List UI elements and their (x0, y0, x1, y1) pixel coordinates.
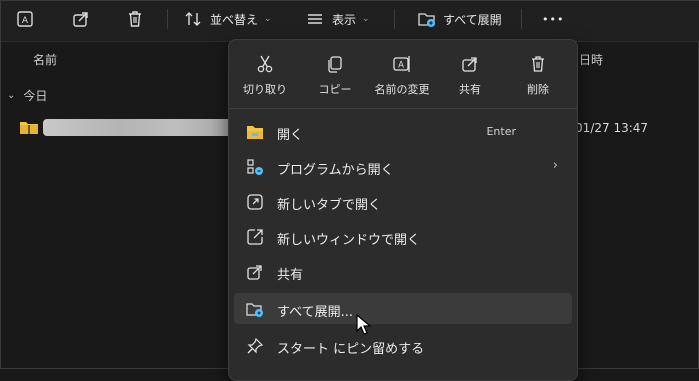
menu-item-label: 共有 (277, 268, 304, 283)
trash-icon[interactable] (125, 1, 145, 37)
extract-all-label: すべて展開 (443, 12, 502, 27)
rename-icon[interactable]: A (15, 1, 35, 37)
menu-item-label: 開く (277, 128, 304, 143)
chevron-down-icon: ⌄ (264, 14, 272, 24)
copy-label: コピー (318, 83, 352, 96)
menu-item-pin-to-start[interactable]: スタート にピン留めする (234, 330, 572, 361)
extract-icon (246, 300, 264, 318)
rename-button[interactable]: A 名前の変更 (368, 40, 436, 106)
toolbar-divider (521, 9, 522, 29)
file-date: /01/27 13:47 (571, 121, 649, 135)
scissors-icon (255, 52, 275, 76)
menu-item-label: スタート にピン留めする (277, 342, 425, 357)
share-icon (460, 52, 480, 76)
chevron-right-icon: › (552, 158, 558, 173)
folder-open-icon (246, 123, 264, 141)
rename-label: 名前の変更 (374, 83, 430, 96)
menu-item-open[interactable]: 開く Enter (234, 116, 572, 147)
copy-button[interactable]: コピー (301, 40, 369, 106)
sort-icon (184, 10, 202, 28)
context-menu: 切り取り コピー A 名前の変更 共有 削除 開く Enter プログラムから開… (228, 39, 578, 381)
delete-label: 削除 (527, 83, 549, 96)
trash-icon (528, 52, 548, 76)
extract-all-button[interactable]: すべて展開 (417, 1, 502, 37)
column-header-date[interactable]: 日時 (579, 51, 603, 68)
sort-button[interactable]: 並べ替え ⌄ (184, 1, 272, 37)
toolbar-divider (394, 9, 395, 29)
share-label: 共有 (459, 83, 481, 96)
view-icon (306, 10, 324, 28)
new-window-icon (246, 228, 264, 246)
new-tab-icon (246, 193, 264, 211)
chevron-down-icon: ⌄ (7, 90, 16, 101)
share-button[interactable]: 共有 (436, 40, 504, 106)
menu-item-shortcut: Enter (486, 125, 516, 138)
cut-label: 切り取り (243, 83, 287, 96)
explorer-window: A 並べ替え ⌄ 表示 ⌄ すべて展開 ••• 名前 日時 ⌄ 今日 /01/2… (0, 0, 699, 381)
column-header-name[interactable]: 名前 (33, 51, 57, 68)
chevron-down-icon: ⌄ (362, 14, 370, 24)
menu-item-open-with[interactable]: プログラムから開く › (234, 151, 572, 182)
extract-icon (417, 9, 437, 29)
menu-item-open-new-window[interactable]: 新しいウィンドウで開く (234, 221, 572, 252)
sort-label: 並べ替え (210, 12, 259, 27)
view-button[interactable]: 表示 ⌄ (306, 1, 370, 37)
copy-icon (325, 52, 345, 76)
menu-item-open-new-tab[interactable]: 新しいタブで開く (234, 186, 572, 217)
more-options-button[interactable]: ••• (542, 1, 564, 37)
file-name-redacted (43, 119, 233, 136)
group-header-today[interactable]: ⌄ 今日 (7, 87, 47, 104)
command-bar: A 並べ替え ⌄ 表示 ⌄ すべて展開 ••• (1, 1, 699, 42)
menu-divider (229, 108, 577, 109)
group-label: 今日 (23, 89, 48, 103)
view-label: 表示 (332, 12, 357, 27)
menu-item-extract-all[interactable]: すべて展開... (234, 293, 572, 324)
menu-item-label: 新しいウィンドウで開く (277, 233, 421, 248)
pin-icon (246, 337, 264, 355)
share-icon[interactable] (71, 1, 91, 37)
mouse-cursor-icon (356, 313, 372, 339)
svg-text:A: A (398, 61, 404, 71)
share-icon (246, 263, 264, 281)
menu-item-label: すべて展開... (277, 305, 353, 320)
rename-icon: A (392, 52, 412, 76)
delete-button[interactable]: 削除 (504, 40, 572, 106)
cut-button[interactable]: 切り取り (231, 40, 299, 106)
menu-item-label: プログラムから開く (277, 163, 394, 178)
open-with-icon (246, 158, 264, 176)
svg-text:A: A (22, 16, 29, 26)
menu-item-label: 新しいタブで開く (277, 198, 382, 213)
zip-folder-icon (20, 120, 38, 134)
menu-item-share[interactable]: 共有 (234, 256, 572, 287)
toolbar-divider (167, 9, 168, 29)
